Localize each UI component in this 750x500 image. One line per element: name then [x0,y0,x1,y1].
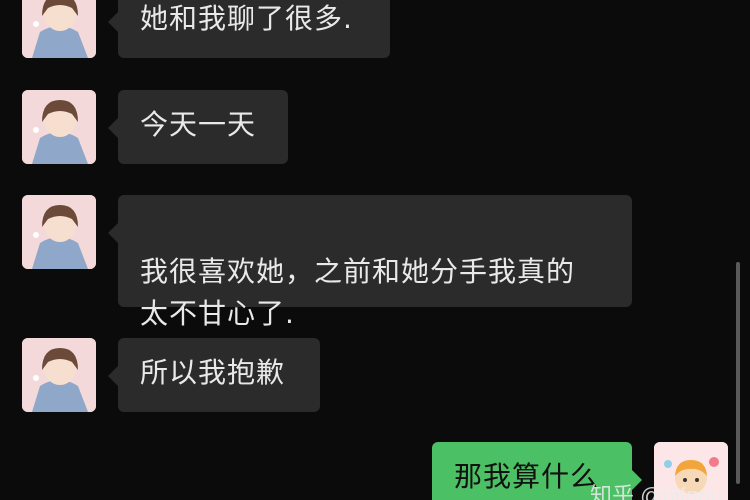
message-bubble[interactable]: 今天一天 [108,90,288,164]
girl-avatar-icon [22,0,96,58]
message-bubble[interactable]: 她和我聊了很多. [108,0,390,58]
message-text: 所以我抱歉 [140,356,286,389]
contact-avatar[interactable] [22,90,96,164]
message-text: 今天一天 [140,108,257,141]
message-bubble[interactable]: 我很喜欢她，之前和她分手我真的 太不甘心了. [108,195,632,330]
contact-avatar[interactable] [22,195,96,269]
contact-avatar[interactable] [22,0,96,58]
message-bubble[interactable]: 所以我抱歉 [108,338,320,412]
message-text: 那我算什么 [454,460,600,493]
contact-avatar[interactable] [22,338,96,412]
scrollbar[interactable] [736,262,740,484]
girl-avatar-icon [22,90,96,164]
girl-avatar-icon [22,195,96,269]
girl-avatar-icon [22,338,96,412]
message-text: 她和我聊了很多. [140,2,353,35]
chat-view: 她和我聊了很多. 今天一天 我很喜欢她，之前和她分手我真的 太不甘心了. 所以我… [0,0,750,500]
message-text: 我很喜欢她，之前和她分手我真的 太不甘心了. [140,255,576,330]
watermark-text: 知乎 @bjfggu [590,483,723,500]
